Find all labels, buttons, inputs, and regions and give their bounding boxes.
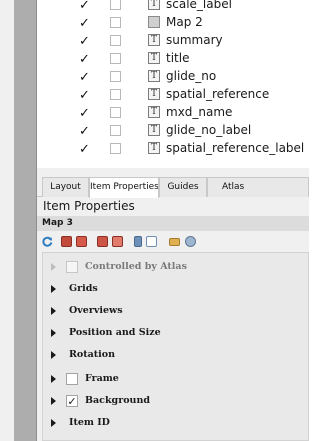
lock-checkbox[interactable] <box>110 107 121 118</box>
tab-item-properties[interactable]: Item Properties <box>89 177 159 198</box>
item-name[interactable]: spatial_reference <box>166 86 269 102</box>
item-name[interactable]: Map 2 <box>166 14 203 30</box>
overviews-label: Overviews <box>69 305 123 316</box>
lock-styles-icon[interactable] <box>76 236 87 247</box>
layer-style-icon[interactable] <box>112 236 123 247</box>
expand-arrow-icon[interactable] <box>51 351 56 359</box>
lock-checkbox[interactable] <box>110 35 121 46</box>
item-name[interactable]: spatial_reference_label <box>166 140 304 156</box>
visibility-checkbox[interactable]: ✓ <box>79 89 91 102</box>
grids-label: Grids <box>69 283 98 294</box>
label-item-icon: T <box>148 70 160 82</box>
layer-set-icon[interactable] <box>97 236 108 247</box>
left-dock-bar <box>14 0 36 441</box>
visibility-checkbox[interactable]: ✓ <box>79 35 91 48</box>
position-and-size-label: Position and Size <box>69 327 161 338</box>
map-scale-icon[interactable] <box>134 236 142 247</box>
background-label: Background <box>85 395 150 406</box>
visibility-checkbox[interactable]: ✓ <box>79 107 91 120</box>
label-item-icon: T <box>148 124 160 136</box>
visibility-checkbox[interactable]: ✓ <box>79 17 91 30</box>
visibility-checkbox[interactable]: ✓ <box>79 53 91 66</box>
lock-checkbox[interactable] <box>110 89 121 100</box>
tab-guides[interactable]: Guides <box>159 177 207 197</box>
expand-arrow-icon[interactable] <box>51 375 56 383</box>
grids-row[interactable]: Grids <box>43 279 310 301</box>
expand-arrow-icon[interactable] <box>51 329 56 337</box>
controlled-by-atlas-label: Controlled by Atlas <box>85 261 187 272</box>
list-item[interactable]: ✓ T spatial_reference <box>37 85 309 103</box>
map-extent-icon[interactable] <box>146 236 157 247</box>
rotation-row[interactable]: Rotation <box>43 345 310 367</box>
lock-checkbox[interactable] <box>110 53 121 64</box>
background-row[interactable]: ✓ Background <box>43 391 310 413</box>
tab-atlas[interactable]: Atlas <box>207 177 309 197</box>
lock-checkbox[interactable] <box>110 71 121 82</box>
position-and-size-row[interactable]: Position and Size <box>43 323 310 345</box>
list-item[interactable]: ✓ T mxd_name <box>37 103 309 121</box>
bookmark-icon[interactable] <box>185 236 196 247</box>
label-item-icon: T <box>148 88 160 100</box>
list-item[interactable]: ✓ T spatial_reference_label <box>37 139 309 157</box>
list-item[interactable]: ✓ T glide_no_label <box>37 121 309 139</box>
lock-checkbox[interactable] <box>110 125 121 136</box>
item-properties-panel: Layout Item Properties Guides Atlas Item… <box>37 168 309 441</box>
list-item[interactable]: ✓ Map 2 <box>37 13 309 31</box>
expand-arrow-icon[interactable] <box>51 307 56 315</box>
item-id-row[interactable]: Item ID <box>43 413 310 435</box>
visibility-checkbox[interactable]: ✓ <box>79 143 91 156</box>
list-item[interactable]: ✓ T title <box>37 49 309 67</box>
visibility-checkbox[interactable]: ✓ <box>79 0 91 12</box>
item-name[interactable]: scale_label <box>166 0 232 12</box>
panel-tabs: Layout Item Properties Guides Atlas <box>37 177 309 198</box>
lock-checkbox[interactable] <box>110 143 121 154</box>
section-header: Map 3 <box>37 216 309 231</box>
tab-layout[interactable]: Layout <box>42 177 89 197</box>
map-item-icon <box>148 16 160 28</box>
item-name[interactable]: glide_no <box>166 68 216 84</box>
frame-checkbox[interactable] <box>66 373 78 385</box>
items-list: ✓ T scale_label ✓ Map 2 ✓ T summary ✓ T … <box>37 0 309 168</box>
label-item-icon: T <box>148 142 160 154</box>
lock-layers-icon[interactable] <box>61 236 72 247</box>
label-item-icon: T <box>148 0 160 10</box>
overviews-row[interactable]: Overviews <box>43 301 310 323</box>
frame-label: Frame <box>85 373 119 384</box>
label-item-icon: T <box>148 52 160 64</box>
label-item-icon: T <box>148 34 160 46</box>
refresh-icon[interactable] <box>42 236 53 247</box>
item-name[interactable]: title <box>166 50 189 66</box>
expand-arrow-icon[interactable] <box>51 397 56 405</box>
item-name[interactable]: mxd_name <box>166 104 232 120</box>
list-item[interactable]: ✓ T summary <box>37 31 309 49</box>
visibility-checkbox[interactable]: ✓ <box>79 125 91 138</box>
list-item[interactable]: ✓ T scale_label <box>37 0 309 13</box>
item-name[interactable]: glide_no_label <box>166 122 251 138</box>
properties-tree: Controlled by Atlas Grids Overviews Posi… <box>42 252 309 441</box>
panel-title: Item Properties <box>43 199 135 213</box>
lock-checkbox[interactable] <box>110 17 121 28</box>
controlled-by-atlas-row[interactable]: Controlled by Atlas <box>43 257 310 279</box>
expand-arrow-icon[interactable] <box>51 263 56 271</box>
frame-row[interactable]: Frame <box>43 369 310 391</box>
map-toolbar <box>37 232 309 251</box>
view-extent-icon[interactable] <box>169 238 180 246</box>
item-id-label: Item ID <box>69 417 110 428</box>
background-checkbox[interactable]: ✓ <box>66 395 78 407</box>
expand-arrow-icon[interactable] <box>51 419 56 427</box>
rotation-label: Rotation <box>69 349 116 360</box>
item-name[interactable]: summary <box>166 32 223 48</box>
left-margin <box>0 0 14 441</box>
expand-arrow-icon[interactable] <box>51 285 56 293</box>
section-title: Map 3 <box>42 218 73 228</box>
visibility-checkbox[interactable]: ✓ <box>79 71 91 84</box>
label-item-icon: T <box>148 106 160 118</box>
controlled-by-atlas-checkbox[interactable] <box>66 261 78 273</box>
list-item[interactable]: ✓ T glide_no <box>37 67 309 85</box>
lock-checkbox[interactable] <box>110 0 121 10</box>
